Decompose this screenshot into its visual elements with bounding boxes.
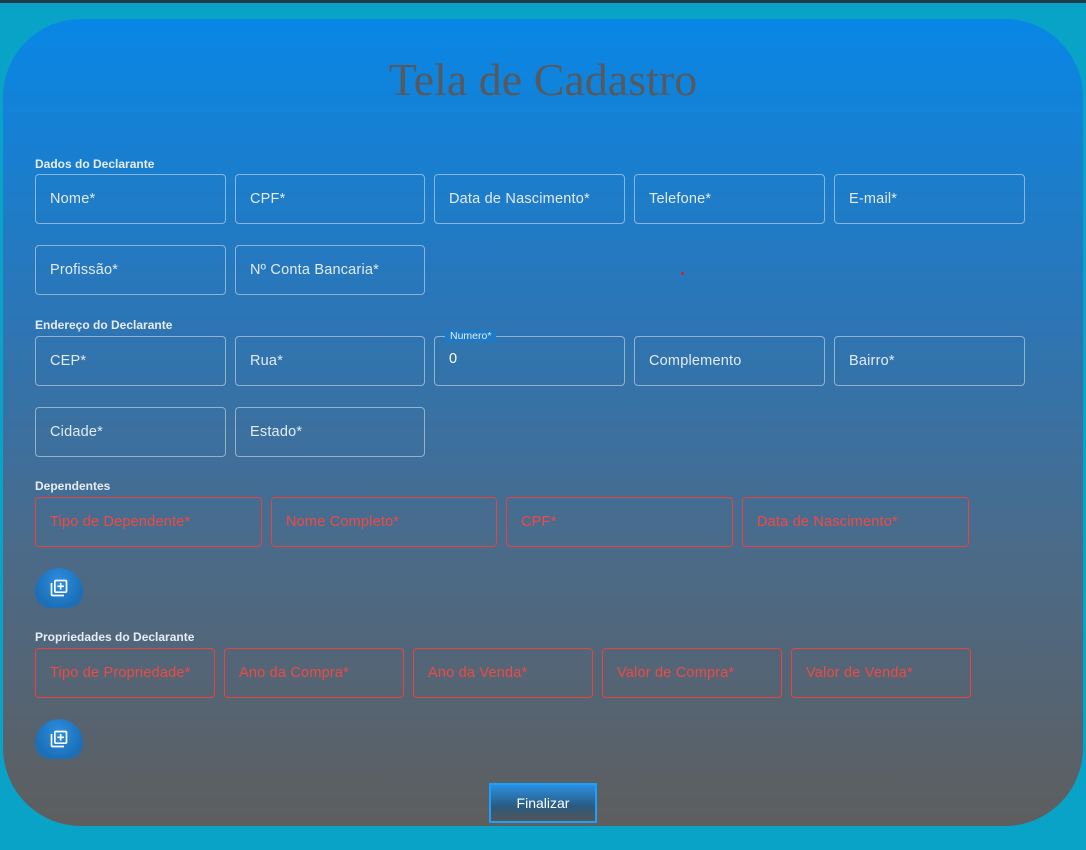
valor-venda-field[interactable]: Valor de Venda* <box>791 648 971 698</box>
nome-placeholder: Nome* <box>50 191 96 207</box>
nascimento-field[interactable]: Data de Nascimento* <box>434 174 625 224</box>
tipo-propriedade-field[interactable]: Tipo de Propriedade* <box>35 648 215 698</box>
window-top-bar <box>0 0 1086 3</box>
nascimento-placeholder: Data de Nascimento* <box>449 191 590 207</box>
cpf-field[interactable]: CPF* <box>235 174 425 224</box>
valor-compra-field[interactable]: Valor de Compra* <box>602 648 782 698</box>
finalizar-button[interactable]: Finalizar <box>489 783 597 823</box>
section-label-dados: Dados do Declarante <box>35 157 155 171</box>
add-dependente-button[interactable] <box>35 568 83 608</box>
telefone-field[interactable]: Telefone* <box>634 174 825 224</box>
section-label-propriedades: Propriedades do Declarante <box>35 630 195 644</box>
complemento-placeholder: Complemento <box>649 353 742 369</box>
email-placeholder: E-mail* <box>849 191 898 207</box>
telefone-placeholder: Telefone* <box>649 191 712 207</box>
numero-value: 0 <box>449 351 458 367</box>
ano-venda-field[interactable]: Ano da Venda* <box>413 648 593 698</box>
section-label-dependentes: Dependentes <box>35 479 111 493</box>
dependente-cpf-field[interactable]: CPF* <box>506 497 733 547</box>
profissao-placeholder: Profissão* <box>50 262 119 278</box>
conta-bancaria-field[interactable]: Nº Conta Bancaria* <box>235 245 425 295</box>
library-add-icon <box>50 730 68 748</box>
dependente-nascimento-field[interactable]: Data de Nascimento* <box>742 497 969 547</box>
ano-compra-placeholder: Ano da Compra* <box>239 665 349 681</box>
nome-field[interactable]: Nome* <box>35 174 226 224</box>
add-propriedade-button[interactable] <box>35 719 83 759</box>
section-label-endereco: Endereço do Declarante <box>35 318 173 332</box>
library-add-icon <box>50 579 68 597</box>
estado-placeholder: Estado* <box>250 424 303 440</box>
rua-field[interactable]: Rua* <box>235 336 425 386</box>
complemento-field[interactable]: Complemento <box>634 336 825 386</box>
rua-placeholder: Rua* <box>250 353 284 369</box>
email-field[interactable]: E-mail* <box>834 174 1025 224</box>
page-title: Tela de Cadastro <box>388 54 698 105</box>
cep-field[interactable]: CEP* <box>35 336 226 386</box>
numero-field[interactable]: Numero* 0 <box>434 330 625 386</box>
red-dot <box>681 272 684 275</box>
dependente-nascimento-placeholder: Data de Nascimento* <box>757 514 898 530</box>
ano-compra-field[interactable]: Ano da Compra* <box>224 648 404 698</box>
bairro-placeholder: Bairro* <box>849 353 895 369</box>
cidade-field[interactable]: Cidade* <box>35 407 226 457</box>
tipo-dependente-field[interactable]: Tipo de Dependente* <box>35 497 262 547</box>
estado-field[interactable]: Estado* <box>235 407 425 457</box>
cep-placeholder: CEP* <box>50 353 87 369</box>
cpf-placeholder: CPF* <box>250 191 286 207</box>
cidade-placeholder: Cidade* <box>50 424 103 440</box>
valor-venda-placeholder: Valor de Venda* <box>806 665 913 681</box>
tipo-propriedade-placeholder: Tipo de Propriedade* <box>50 665 191 681</box>
profissao-field[interactable]: Profissão* <box>35 245 226 295</box>
conta-bancaria-placeholder: Nº Conta Bancaria* <box>250 262 379 278</box>
dependente-cpf-placeholder: CPF* <box>521 514 557 530</box>
valor-compra-placeholder: Valor de Compra* <box>617 665 735 681</box>
numero-label: Numero* <box>445 330 497 342</box>
dependente-nome-placeholder: Nome Completo* <box>286 514 400 530</box>
dependente-nome-field[interactable]: Nome Completo* <box>271 497 497 547</box>
bairro-field[interactable]: Bairro* <box>834 336 1025 386</box>
tipo-dependente-placeholder: Tipo de Dependente* <box>50 514 191 530</box>
ano-venda-placeholder: Ano da Venda* <box>428 665 528 681</box>
